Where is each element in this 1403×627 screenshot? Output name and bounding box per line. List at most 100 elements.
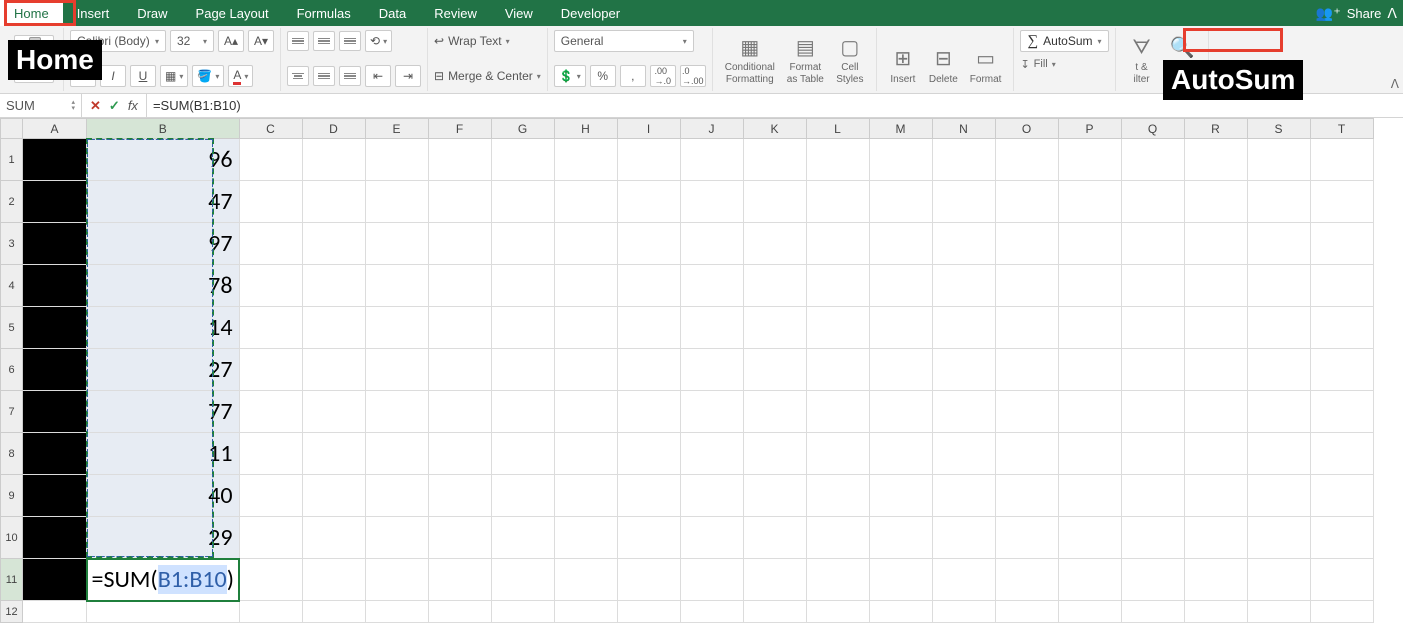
cell-J3[interactable] (680, 223, 743, 265)
cell-O3[interactable] (995, 223, 1058, 265)
cell-E10[interactable] (365, 517, 428, 559)
tab-home[interactable]: Home (0, 0, 63, 26)
cell-K10[interactable] (743, 517, 806, 559)
cell-O9[interactable] (995, 475, 1058, 517)
align-left-button[interactable] (287, 66, 309, 86)
cell-F6[interactable] (428, 349, 491, 391)
cell-H7[interactable] (554, 391, 617, 433)
cell-A11[interactable] (23, 559, 87, 601)
share-button[interactable]: Share (1347, 6, 1382, 21)
cell-M6[interactable] (869, 349, 932, 391)
ribbon-options-icon[interactable]: ᐱ (1391, 77, 1399, 91)
name-box[interactable]: SUM ▴▾ (0, 94, 82, 117)
decrease-decimal-button[interactable]: .0→.00 (680, 65, 706, 87)
cell-T6[interactable] (1310, 349, 1373, 391)
cell-C10[interactable] (239, 517, 302, 559)
col-header-H[interactable]: H (554, 119, 617, 139)
cell-K3[interactable] (743, 223, 806, 265)
cell-G3[interactable] (491, 223, 554, 265)
cell-D4[interactable] (302, 265, 365, 307)
cell-B9[interactable]: 40 (87, 475, 240, 517)
cell-S7[interactable] (1247, 391, 1310, 433)
cell-G11[interactable] (491, 559, 554, 601)
cell-O5[interactable] (995, 307, 1058, 349)
row-header-2[interactable]: 2 (1, 181, 23, 223)
cell-K2[interactable] (743, 181, 806, 223)
cell-M8[interactable] (869, 433, 932, 475)
cell-J4[interactable] (680, 265, 743, 307)
cell-T10[interactable] (1310, 517, 1373, 559)
cell-B1[interactable]: 96 (87, 139, 240, 181)
cell-B12[interactable] (87, 601, 240, 623)
cell-Q2[interactable] (1121, 181, 1184, 223)
cell-I4[interactable] (617, 265, 680, 307)
cell-J10[interactable] (680, 517, 743, 559)
delete-cells-button[interactable]: ⊟Delete (923, 44, 964, 88)
cell-H9[interactable] (554, 475, 617, 517)
cell-N10[interactable] (932, 517, 995, 559)
cell-D6[interactable] (302, 349, 365, 391)
col-header-T[interactable]: T (1310, 119, 1373, 139)
cell-S10[interactable] (1247, 517, 1310, 559)
cell-J1[interactable] (680, 139, 743, 181)
tab-formulas[interactable]: Formulas (283, 0, 365, 26)
select-all-corner[interactable] (1, 119, 23, 139)
cell-N11[interactable] (932, 559, 995, 601)
cell-F10[interactable] (428, 517, 491, 559)
col-header-B[interactable]: B (87, 119, 240, 139)
cell-L4[interactable] (806, 265, 869, 307)
cell-F4[interactable] (428, 265, 491, 307)
col-header-N[interactable]: N (932, 119, 995, 139)
cell-M1[interactable] (869, 139, 932, 181)
cell-I8[interactable] (617, 433, 680, 475)
underline-button[interactable]: U (130, 65, 156, 87)
cell-N9[interactable] (932, 475, 995, 517)
cell-A5[interactable] (23, 307, 87, 349)
cell-K5[interactable] (743, 307, 806, 349)
format-as-table-button[interactable]: ▤Formatas Table (781, 32, 830, 87)
cell-R5[interactable] (1184, 307, 1247, 349)
cell-P11[interactable] (1058, 559, 1121, 601)
sort-filter-button[interactable]: ᗊt &ilter (1122, 32, 1162, 87)
row-header-3[interactable]: 3 (1, 223, 23, 265)
align-middle-button[interactable] (313, 31, 335, 51)
cell-B11[interactable]: =SUM(B1:B10) (87, 559, 240, 601)
increase-font-button[interactable]: A▴ (218, 30, 244, 52)
cell-P10[interactable] (1058, 517, 1121, 559)
cell-S5[interactable] (1247, 307, 1310, 349)
cancel-formula-icon[interactable]: ✕ (90, 98, 101, 114)
cell-T4[interactable] (1310, 265, 1373, 307)
cell-B4[interactable]: 78 (87, 265, 240, 307)
cell-B10[interactable]: 29 (87, 517, 240, 559)
cell-S1[interactable] (1247, 139, 1310, 181)
cell-A8[interactable] (23, 433, 87, 475)
align-bottom-button[interactable] (339, 31, 361, 51)
cell-H3[interactable] (554, 223, 617, 265)
tab-insert[interactable]: Insert (63, 0, 124, 26)
cell-F8[interactable] (428, 433, 491, 475)
cell-T7[interactable] (1310, 391, 1373, 433)
cell-J6[interactable] (680, 349, 743, 391)
cell-C8[interactable] (239, 433, 302, 475)
cell-R3[interactable] (1184, 223, 1247, 265)
cell-N6[interactable] (932, 349, 995, 391)
row-header-8[interactable]: 8 (1, 433, 23, 475)
cell-N7[interactable] (932, 391, 995, 433)
cell-A4[interactable] (23, 265, 87, 307)
cell-Q7[interactable] (1121, 391, 1184, 433)
col-header-Q[interactable]: Q (1121, 119, 1184, 139)
tab-developer[interactable]: Developer (547, 0, 634, 26)
cell-J7[interactable] (680, 391, 743, 433)
cell-G10[interactable] (491, 517, 554, 559)
cell-C12[interactable] (239, 601, 302, 623)
cell-L9[interactable] (806, 475, 869, 517)
cell-L2[interactable] (806, 181, 869, 223)
cell-K11[interactable] (743, 559, 806, 601)
align-top-button[interactable] (287, 31, 309, 51)
cell-L5[interactable] (806, 307, 869, 349)
cell-D11[interactable] (302, 559, 365, 601)
cell-C4[interactable] (239, 265, 302, 307)
cell-Q8[interactable] (1121, 433, 1184, 475)
cell-Q12[interactable] (1121, 601, 1184, 623)
cell-D5[interactable] (302, 307, 365, 349)
